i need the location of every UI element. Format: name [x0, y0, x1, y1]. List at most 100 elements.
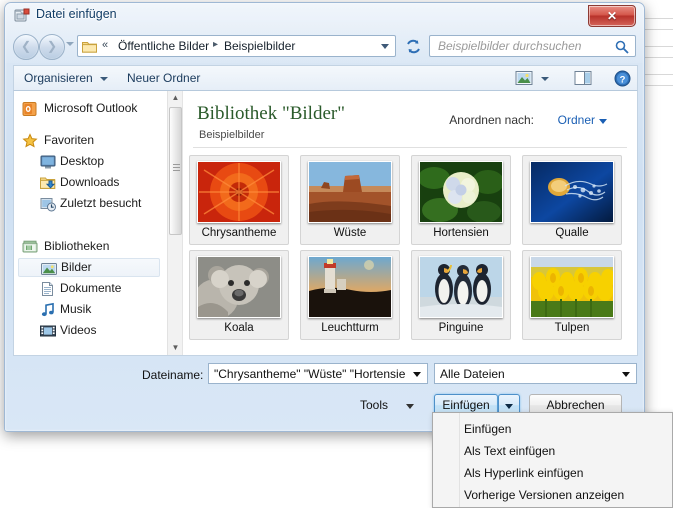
scrollbar-grip-icon [173, 164, 180, 165]
filename-label: Dateiname: [142, 368, 204, 382]
insert-chevron-down-icon [505, 404, 513, 409]
history-dropdown-icon[interactable] [66, 42, 74, 46]
file-tile-koala[interactable]: Koala [189, 250, 289, 340]
thumbnail-wrap [523, 254, 621, 322]
filename-input[interactable]: "Chrysantheme" "Wüste" "Hortensien" [208, 363, 428, 384]
filename-chevron-down-icon[interactable] [413, 372, 421, 377]
file-name-label: Tulpen [554, 322, 590, 334]
title-bar[interactable]: Datei einfügen ✕ [5, 3, 644, 29]
sidebar-item-videos[interactable]: Videos [18, 321, 158, 340]
breadcrumb-segment-sample-pictures[interactable]: Beispielbilder [224, 39, 295, 53]
sidebar-item-label: Dokumente [60, 281, 122, 295]
file-tile-wueste[interactable]: Wüste [300, 155, 400, 245]
scroll-up-arrow-icon[interactable]: ▲ [168, 91, 183, 105]
new-folder-button[interactable]: Neuer Ordner [127, 71, 200, 85]
sidebar-item-label: Bilder [61, 260, 92, 274]
file-name-label: Koala [224, 322, 254, 334]
thumbnail-wrap [190, 254, 288, 322]
sidebar-item-favoriten[interactable]: Favoriten [18, 131, 158, 150]
screen: Datei einfügen ✕ ❮ ❯ « Öffentliche Bilde… [0, 0, 673, 508]
thumbnail-grid: Chrysantheme Wüste Hortensien Qualle Koa… [189, 155, 633, 355]
thumbnail-image-chrysantheme [197, 161, 281, 223]
tools-button[interactable]: Tools [360, 398, 388, 412]
sidebar-item-downloads[interactable]: Downloads [18, 173, 158, 192]
arrange-by-value[interactable]: Ordner [558, 113, 595, 127]
help-icon[interactable]: ? [614, 70, 631, 90]
sidebar-item-label: Favoriten [44, 133, 95, 147]
libraries-icon [22, 239, 38, 255]
refresh-button[interactable] [401, 35, 427, 59]
file-name-label: Hortensien [433, 227, 489, 239]
thumbnail-image-koala [197, 256, 281, 318]
file-name-label: Qualle [555, 227, 589, 239]
sidebar-item-bilder[interactable]: Bilder [18, 258, 160, 277]
navigation-pane-scrollbar[interactable]: ▲ ▼ [167, 91, 182, 355]
sidebar-item-dokumente[interactable]: Dokumente [18, 279, 158, 298]
thumbnail-wrap [412, 159, 510, 227]
navigation-pane: Microsoft Outlook Favoriten Desktop Down… [14, 91, 166, 355]
forward-button[interactable]: ❯ [39, 34, 65, 60]
search-input[interactable]: Beispielbilder durchsuchen [429, 35, 636, 57]
context-menu-item-als-hyperlink-einfuegen[interactable]: Als Hyperlink einfügen [434, 462, 671, 484]
sidebar-item-bibliotheken[interactable]: Bibliotheken [18, 237, 158, 256]
window-title: Datei einfügen [36, 7, 117, 21]
thumbnail-image-hortensien [419, 161, 503, 223]
organize-button[interactable]: Organisieren [24, 71, 93, 85]
thumbnail-image-leuchtturm [308, 256, 392, 318]
file-tile-tulpen[interactable]: Tulpen [522, 250, 622, 340]
close-button[interactable]: ✕ [588, 5, 636, 27]
sidebar-item-label: Downloads [60, 175, 120, 189]
sidebar-item-label: Desktop [60, 154, 105, 168]
tools-chevron-down-icon[interactable] [406, 404, 414, 409]
file-tile-pinguine[interactable]: Pinguine [411, 250, 511, 340]
insert-context-menu: Einfügen Als Text einfügen Als Hyperlink… [432, 412, 673, 508]
file-tile-chrysantheme[interactable]: Chrysantheme [189, 155, 289, 245]
thumbnail-wrap [523, 159, 621, 227]
sidebar-item-desktop[interactable]: Desktop [18, 152, 158, 171]
sidebar-item-label: Videos [60, 323, 97, 337]
context-menu-item-als-text-einfuegen[interactable]: Als Text einfügen [434, 440, 671, 462]
thumbnail-image-wueste [308, 161, 392, 223]
view-mode-icon[interactable] [515, 70, 533, 89]
context-menu-item-vorherige-versionen-anzeigen[interactable]: Vorherige Versionen anzeigen [434, 484, 671, 506]
scrollbar-thumb[interactable] [169, 107, 182, 235]
thumbnail-wrap [301, 254, 399, 322]
address-dropdown-icon[interactable] [381, 44, 389, 49]
sidebar-item-musik[interactable]: Musik [18, 300, 158, 319]
thumbnail-image-qualle [530, 161, 614, 223]
scroll-down-arrow-icon[interactable]: ▼ [168, 341, 183, 355]
star-icon [22, 133, 38, 149]
close-icon: ✕ [606, 9, 618, 23]
file-tile-hortensien[interactable]: Hortensien [411, 155, 511, 245]
music-icon [40, 302, 56, 318]
outlook-icon [22, 101, 38, 117]
forward-arrow-icon: ❯ [46, 39, 58, 53]
sidebar-item-label: Bibliotheken [44, 239, 110, 253]
thumbnail-image-pinguine [419, 256, 503, 318]
downloads-icon [40, 175, 56, 191]
search-icon [615, 40, 629, 57]
desktop-icon [40, 154, 56, 170]
folder-icon [82, 40, 97, 53]
sidebar-item-microsoft-outlook[interactable]: Microsoft Outlook [18, 99, 158, 118]
address-bar[interactable]: « Öffentliche Bilder ▸ Beispielbilder [77, 35, 396, 57]
breadcrumb-segment-public-pictures[interactable]: Öffentliche Bilder [118, 39, 209, 53]
back-button[interactable]: ❮ [13, 34, 39, 60]
file-name-label: Leuchtturm [321, 322, 379, 334]
search-placeholder: Beispielbilder durchsuchen [438, 39, 582, 53]
file-tile-qualle[interactable]: Qualle [522, 155, 622, 245]
organize-chevron-down-icon[interactable] [100, 77, 108, 81]
file-tile-leuchtturm[interactable]: Leuchtturm [300, 250, 400, 340]
breadcrumb-overflow[interactable]: « [102, 39, 108, 51]
view-mode-chevron-down-icon[interactable] [541, 77, 549, 81]
thumbnail-image-tulpen [530, 256, 614, 318]
filetype-select[interactable]: Alle Dateien [434, 363, 637, 384]
sidebar-item-label: Musik [60, 302, 92, 316]
arrange-by-chevron-down-icon[interactable] [599, 119, 607, 124]
back-arrow-icon: ❮ [20, 39, 32, 53]
preview-pane-icon[interactable] [574, 70, 592, 89]
file-name-label: Pinguine [438, 322, 484, 334]
sidebar-item-zuletzt-besucht[interactable]: Zuletzt besucht [18, 194, 158, 213]
context-menu-item-einfuegen[interactable]: Einfügen [434, 418, 671, 440]
filetype-chevron-down-icon [622, 372, 630, 377]
